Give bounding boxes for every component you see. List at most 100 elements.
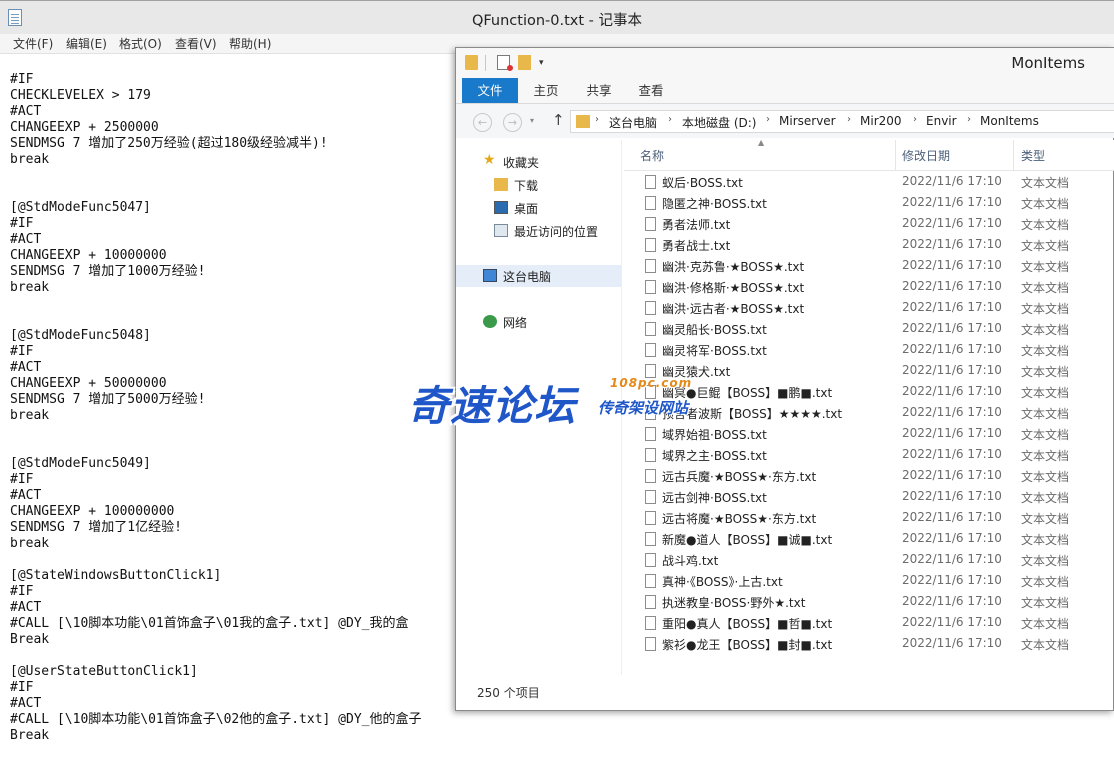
text-line: #ACT (10, 360, 42, 375)
properties-icon[interactable] (497, 55, 513, 71)
file-row[interactable]: 域界始祖·BOSS.txt 2022/11/6 17:10 文本文档 (624, 424, 1114, 445)
up-arrow-icon[interactable]: ↑ (552, 111, 565, 129)
new-folder-icon[interactable] (518, 55, 531, 70)
file-row[interactable]: 真神·《BOSS》·上古.txt 2022/11/6 17:10 文本文档 (624, 571, 1114, 592)
breadcrumb-this-pc[interactable]: 这台电脑 (609, 114, 657, 131)
text-file-icon (645, 448, 656, 462)
menu-edit[interactable]: 编辑(E) (66, 35, 107, 52)
text-line (10, 168, 422, 184)
file-name: 幽灵将军·BOSS.txt (662, 344, 767, 358)
forward-arrow-icon[interactable]: → (503, 113, 522, 132)
chevron-down-icon[interactable]: ▾ (539, 58, 544, 68)
file-type: 文本文档 (1021, 512, 1070, 526)
text-line: #IF (10, 344, 34, 359)
nav-desktop[interactable]: 桌面 (456, 197, 621, 219)
file-date: 2022/11/6 17:10 (902, 636, 1002, 650)
file-row[interactable]: 紫衫●龙王【BOSS】■封■.txt 2022/11/6 17:10 文本文档 (624, 634, 1114, 652)
file-name: 域界之主·BOSS.txt (662, 449, 767, 463)
text-line: SENDMSG 7 增加了5000万经验! (10, 392, 206, 407)
back-arrow-icon[interactable]: ← (473, 113, 492, 132)
text-line: break (10, 152, 50, 167)
file-type: 文本文档 (1021, 533, 1070, 547)
notepad-text-area[interactable]: #IF CHECKLEVELEX > 179 #ACT CHANGEEXP + 250… (10, 56, 422, 744)
breadcrumb-separator-icon[interactable]: › (967, 114, 971, 125)
text-file-icon (645, 532, 656, 546)
file-date: 2022/11/6 17:10 (902, 426, 1002, 440)
breadcrumb-mir200[interactable]: Mir200 (860, 114, 902, 128)
breadcrumb-drive-d[interactable]: 本地磁盘 (D:) (682, 114, 756, 131)
breadcrumb-separator-icon[interactable]: › (668, 114, 672, 125)
file-type: 文本文档 (1021, 554, 1070, 568)
file-row[interactable]: 幽洪·远古者·★BOSS★.txt 2022/11/6 17:10 文本文档 (624, 298, 1114, 319)
menu-file[interactable]: 文件(F) (13, 35, 53, 52)
file-name: 幽灵船长·BOSS.txt (662, 323, 767, 337)
column-date-header[interactable]: 修改日期 (902, 147, 950, 164)
text-line: CHECKLEVELEX > 179 (10, 88, 151, 103)
breadcrumb-separator-icon[interactable]: › (766, 114, 770, 125)
column-divider[interactable] (895, 140, 896, 170)
text-line: [@StdModeFunc5047] (10, 200, 151, 215)
watermark-site: 108pc.com (610, 376, 693, 390)
text-file-icon (645, 238, 656, 252)
menu-format[interactable]: 格式(O) (119, 35, 162, 52)
file-date: 2022/11/6 17:10 (902, 216, 1002, 230)
tab-share[interactable]: 共享 (579, 78, 619, 103)
file-row[interactable]: 勇者法师.txt 2022/11/6 17:10 文本文档 (624, 214, 1114, 235)
column-type-header[interactable]: 类型 (1021, 147, 1045, 164)
address-bar[interactable]: › 这台电脑 › 本地磁盘 (D:) › Mirserver › Mir200 … (570, 110, 1114, 133)
menu-view[interactable]: 查看(V) (175, 35, 217, 52)
file-row[interactable]: 幽洪·修格斯·★BOSS★.txt 2022/11/6 17:10 文本文档 (624, 277, 1114, 298)
file-row[interactable]: 勇者战士.txt 2022/11/6 17:10 文本文档 (624, 235, 1114, 256)
file-type: 文本文档 (1021, 638, 1070, 652)
text-line: [@UserStateButtonClick1] (10, 664, 198, 679)
menu-help[interactable]: 帮助(H) (229, 35, 271, 52)
item-count: 250 个项目 (477, 686, 540, 700)
text-line: SENDMSG 7 增加了1000万经验! (10, 264, 206, 279)
breadcrumb-separator-icon[interactable]: › (913, 114, 917, 125)
file-row[interactable]: 远古剑神·BOSS.txt 2022/11/6 17:10 文本文档 (624, 487, 1114, 508)
text-file-icon (645, 637, 656, 651)
breadcrumb-separator-icon[interactable]: › (847, 114, 851, 125)
file-row[interactable]: 域界之主·BOSS.txt 2022/11/6 17:10 文本文档 (624, 445, 1114, 466)
desktop-icon (494, 201, 508, 214)
tab-view[interactable]: 查看 (631, 78, 671, 103)
file-row[interactable]: 战斗鸡.txt 2022/11/6 17:10 文本文档 (624, 550, 1114, 571)
file-date: 2022/11/6 17:10 (902, 342, 1002, 356)
column-name-header[interactable]: 名称 (640, 147, 664, 164)
text-line (10, 56, 422, 72)
text-file-icon (645, 301, 656, 315)
file-date: 2022/11/6 17:10 (902, 510, 1002, 524)
breadcrumb-mirserver[interactable]: Mirserver (779, 114, 836, 128)
file-row[interactable]: 执迷教皇·BOSS·野外★.txt 2022/11/6 17:10 文本文档 (624, 592, 1114, 613)
file-row[interactable]: 重阳●真人【BOSS】■哲■.txt 2022/11/6 17:10 文本文档 (624, 613, 1114, 634)
network-icon (483, 315, 497, 328)
nav-favorites[interactable]: ★ 收藏夹 (456, 151, 621, 173)
file-row[interactable]: 远古将魔·★BOSS★·东方.txt 2022/11/6 17:10 文本文档 (624, 508, 1114, 529)
nav-downloads[interactable]: 下载 (456, 174, 621, 196)
breadcrumb-envir[interactable]: Envir (926, 114, 957, 128)
breadcrumb-monitems[interactable]: MonItems (980, 114, 1039, 128)
file-row[interactable]: 幽灵将军·BOSS.txt 2022/11/6 17:10 文本文档 (624, 340, 1114, 361)
recent-locations-chevron-icon[interactable]: ▾ (530, 116, 534, 125)
file-row[interactable]: 隐匿之神·BOSS.txt 2022/11/6 17:10 文本文档 (624, 193, 1114, 214)
file-row[interactable]: 蚁后·BOSS.txt 2022/11/6 17:10 文本文档 (624, 172, 1114, 193)
file-row[interactable]: 新魔●道人【BOSS】■诚■.txt 2022/11/6 17:10 文本文档 (624, 529, 1114, 550)
file-date: 2022/11/6 17:10 (902, 174, 1002, 188)
tab-file[interactable]: 文件 (462, 78, 518, 103)
tab-home[interactable]: 主页 (526, 78, 566, 103)
column-divider[interactable] (1013, 140, 1014, 170)
breadcrumb-separator-icon[interactable]: › (595, 114, 599, 125)
file-row[interactable]: 幽洪·克苏鲁·★BOSS★.txt 2022/11/6 17:10 文本文档 (624, 256, 1114, 277)
file-type: 文本文档 (1021, 218, 1070, 232)
file-row[interactable]: 远古兵魔·★BOSS★·东方.txt 2022/11/6 17:10 文本文档 (624, 466, 1114, 487)
file-date: 2022/11/6 17:10 (902, 552, 1002, 566)
nav-this-pc[interactable]: 这台电脑 (456, 265, 621, 287)
nav-network[interactable]: 网络 (456, 311, 621, 333)
nav-recent-places[interactable]: 最近访问的位置 (456, 220, 621, 242)
file-row[interactable]: 幽灵船长·BOSS.txt 2022/11/6 17:10 文本文档 (624, 319, 1114, 340)
text-line: CHANGEEXP + 50000000 (10, 376, 167, 391)
explorer-titlebar[interactable]: ▾ MonItems (456, 48, 1114, 78)
notepad-titlebar[interactable]: QFunction-0.txt - 记事本 (0, 0, 1114, 34)
forum-watermark: 奇速论坛 108pc.com 传奇架设网站 (408, 370, 708, 430)
file-name: 域界始祖·BOSS.txt (662, 428, 767, 442)
